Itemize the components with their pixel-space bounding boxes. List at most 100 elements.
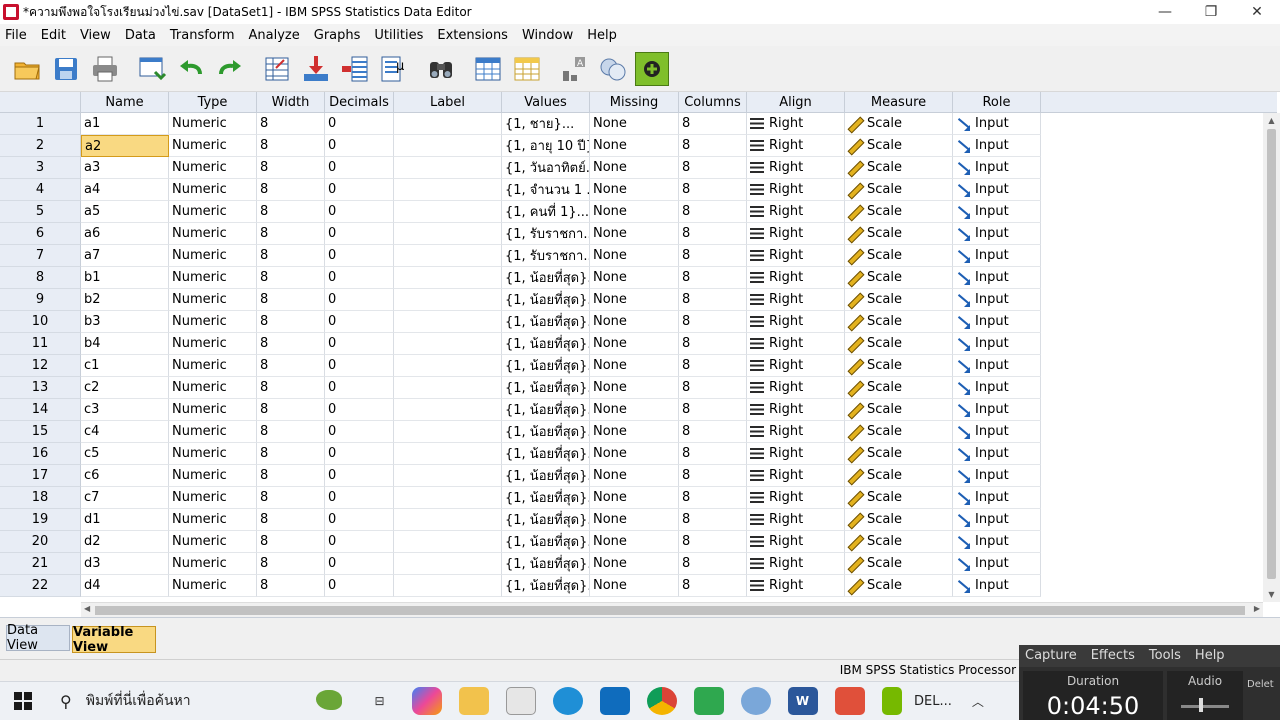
start-button[interactable] bbox=[0, 682, 46, 721]
cell-align[interactable]: Right bbox=[747, 553, 845, 575]
cell-label[interactable] bbox=[394, 355, 502, 377]
save-icon[interactable] bbox=[49, 52, 83, 86]
column-header-type[interactable]: Type bbox=[169, 92, 257, 113]
cell-align[interactable]: Right bbox=[747, 245, 845, 267]
cell-type[interactable]: Numeric bbox=[169, 443, 257, 465]
cell-name[interactable]: d1 bbox=[81, 509, 169, 531]
cell-role[interactable]: Input bbox=[953, 157, 1041, 179]
cell-role[interactable]: Input bbox=[953, 355, 1041, 377]
cell-name[interactable]: b3 bbox=[81, 311, 169, 333]
vertical-scrollbar[interactable]: ▲ ▼ bbox=[1263, 113, 1280, 602]
cell-type[interactable]: Numeric bbox=[169, 509, 257, 531]
cell-decimals[interactable]: 0 bbox=[325, 421, 394, 443]
row-number[interactable]: 17 bbox=[0, 465, 81, 487]
undo-icon[interactable] bbox=[174, 52, 208, 86]
cell-width[interactable]: 8 bbox=[257, 201, 325, 223]
cell-role[interactable]: Input bbox=[953, 333, 1041, 355]
cell-width[interactable]: 8 bbox=[257, 223, 325, 245]
cell-type[interactable]: Numeric bbox=[169, 553, 257, 575]
cell-role[interactable]: Input bbox=[953, 289, 1041, 311]
cell-values[interactable]: {1, รับราชกา... bbox=[502, 223, 590, 245]
cell-decimals[interactable]: 0 bbox=[325, 531, 394, 553]
cell-role[interactable]: Input bbox=[953, 223, 1041, 245]
cell-role[interactable]: Input bbox=[953, 399, 1041, 421]
cell-values[interactable]: {1, วันอาทิตย์... bbox=[502, 157, 590, 179]
cell-type[interactable]: Numeric bbox=[169, 245, 257, 267]
cell-type[interactable]: Numeric bbox=[169, 531, 257, 553]
cell-label[interactable] bbox=[394, 399, 502, 421]
cell-label[interactable] bbox=[394, 443, 502, 465]
grid-corner[interactable] bbox=[0, 92, 81, 113]
cell-values[interactable]: {1, น้อยที่สุด}... bbox=[502, 553, 590, 575]
cell-type[interactable]: Numeric bbox=[169, 289, 257, 311]
cell-type[interactable]: Numeric bbox=[169, 465, 257, 487]
cell-missing[interactable]: None bbox=[590, 377, 679, 399]
outlook-icon[interactable] bbox=[599, 687, 630, 715]
cell-type[interactable]: Numeric bbox=[169, 487, 257, 509]
cell-name[interactable]: c3 bbox=[81, 399, 169, 421]
cell-missing[interactable]: None bbox=[590, 201, 679, 223]
row-number[interactable]: 11 bbox=[0, 333, 81, 355]
cell-label[interactable] bbox=[394, 487, 502, 509]
cell-values[interactable]: {1, รับราชกา... bbox=[502, 245, 590, 267]
cell-columns[interactable]: 8 bbox=[679, 443, 747, 465]
cell-values[interactable]: {1, น้อยที่สุด}... bbox=[502, 509, 590, 531]
cell-measure[interactable]: Scale bbox=[845, 223, 953, 245]
cell-missing[interactable]: None bbox=[590, 135, 679, 157]
column-header-columns[interactable]: Columns bbox=[679, 92, 747, 113]
menu-window[interactable]: Window bbox=[517, 28, 582, 43]
cell-decimals[interactable]: 0 bbox=[325, 135, 394, 157]
goto-variable-icon[interactable] bbox=[299, 52, 333, 86]
cell-columns[interactable]: 8 bbox=[679, 245, 747, 267]
word-icon[interactable]: W bbox=[787, 687, 818, 715]
cell-columns[interactable]: 8 bbox=[679, 201, 747, 223]
cell-values[interactable]: {1, น้อยที่สุด}... bbox=[502, 289, 590, 311]
cell-measure[interactable]: Scale bbox=[845, 289, 953, 311]
cell-width[interactable]: 8 bbox=[257, 487, 325, 509]
row-number[interactable]: 15 bbox=[0, 421, 81, 443]
row-number[interactable]: 7 bbox=[0, 245, 81, 267]
cell-columns[interactable]: 8 bbox=[679, 377, 747, 399]
cell-width[interactable]: 8 bbox=[257, 179, 325, 201]
cell-align[interactable]: Right bbox=[747, 531, 845, 553]
cell-width[interactable]: 8 bbox=[257, 421, 325, 443]
column-header-label[interactable]: Label bbox=[394, 92, 502, 113]
cell-measure[interactable]: Scale bbox=[845, 421, 953, 443]
cell-columns[interactable]: 8 bbox=[679, 421, 747, 443]
cell-label[interactable] bbox=[394, 333, 502, 355]
column-header-width[interactable]: Width bbox=[257, 92, 325, 113]
recorder-menu-help[interactable]: Help bbox=[1195, 648, 1225, 664]
cell-role[interactable]: Input bbox=[953, 421, 1041, 443]
cell-width[interactable]: 8 bbox=[257, 377, 325, 399]
cell-align[interactable]: Right bbox=[747, 113, 845, 135]
scroll-up-icon[interactable]: ▲ bbox=[1263, 113, 1280, 128]
cell-name[interactable]: a7 bbox=[81, 245, 169, 267]
cell-missing[interactable]: None bbox=[590, 113, 679, 135]
cell-decimals[interactable]: 0 bbox=[325, 377, 394, 399]
cell-name[interactable]: c5 bbox=[81, 443, 169, 465]
cell-name[interactable]: c4 bbox=[81, 421, 169, 443]
row-number[interactable]: 12 bbox=[0, 355, 81, 377]
row-number[interactable]: 3 bbox=[0, 157, 81, 179]
cell-name[interactable]: c2 bbox=[81, 377, 169, 399]
row-number[interactable]: 14 bbox=[0, 399, 81, 421]
cell-role[interactable]: Input bbox=[953, 487, 1041, 509]
cell-align[interactable]: Right bbox=[747, 421, 845, 443]
dialog-recall-icon[interactable] bbox=[135, 52, 169, 86]
cell-label[interactable] bbox=[394, 113, 502, 135]
cell-missing[interactable]: None bbox=[590, 355, 679, 377]
menu-graphs[interactable]: Graphs bbox=[309, 28, 370, 43]
cell-role[interactable]: Input bbox=[953, 179, 1041, 201]
cell-measure[interactable]: Scale bbox=[845, 333, 953, 355]
cell-align[interactable]: Right bbox=[747, 355, 845, 377]
cell-width[interactable]: 8 bbox=[257, 113, 325, 135]
cell-align[interactable]: Right bbox=[747, 157, 845, 179]
cell-decimals[interactable]: 0 bbox=[325, 267, 394, 289]
cell-missing[interactable]: None bbox=[590, 223, 679, 245]
cell-columns[interactable]: 8 bbox=[679, 267, 747, 289]
cell-role[interactable]: Input bbox=[953, 245, 1041, 267]
cell-measure[interactable]: Scale bbox=[845, 553, 953, 575]
row-number[interactable]: 13 bbox=[0, 377, 81, 399]
cell-type[interactable]: Numeric bbox=[169, 223, 257, 245]
cell-label[interactable] bbox=[394, 531, 502, 553]
